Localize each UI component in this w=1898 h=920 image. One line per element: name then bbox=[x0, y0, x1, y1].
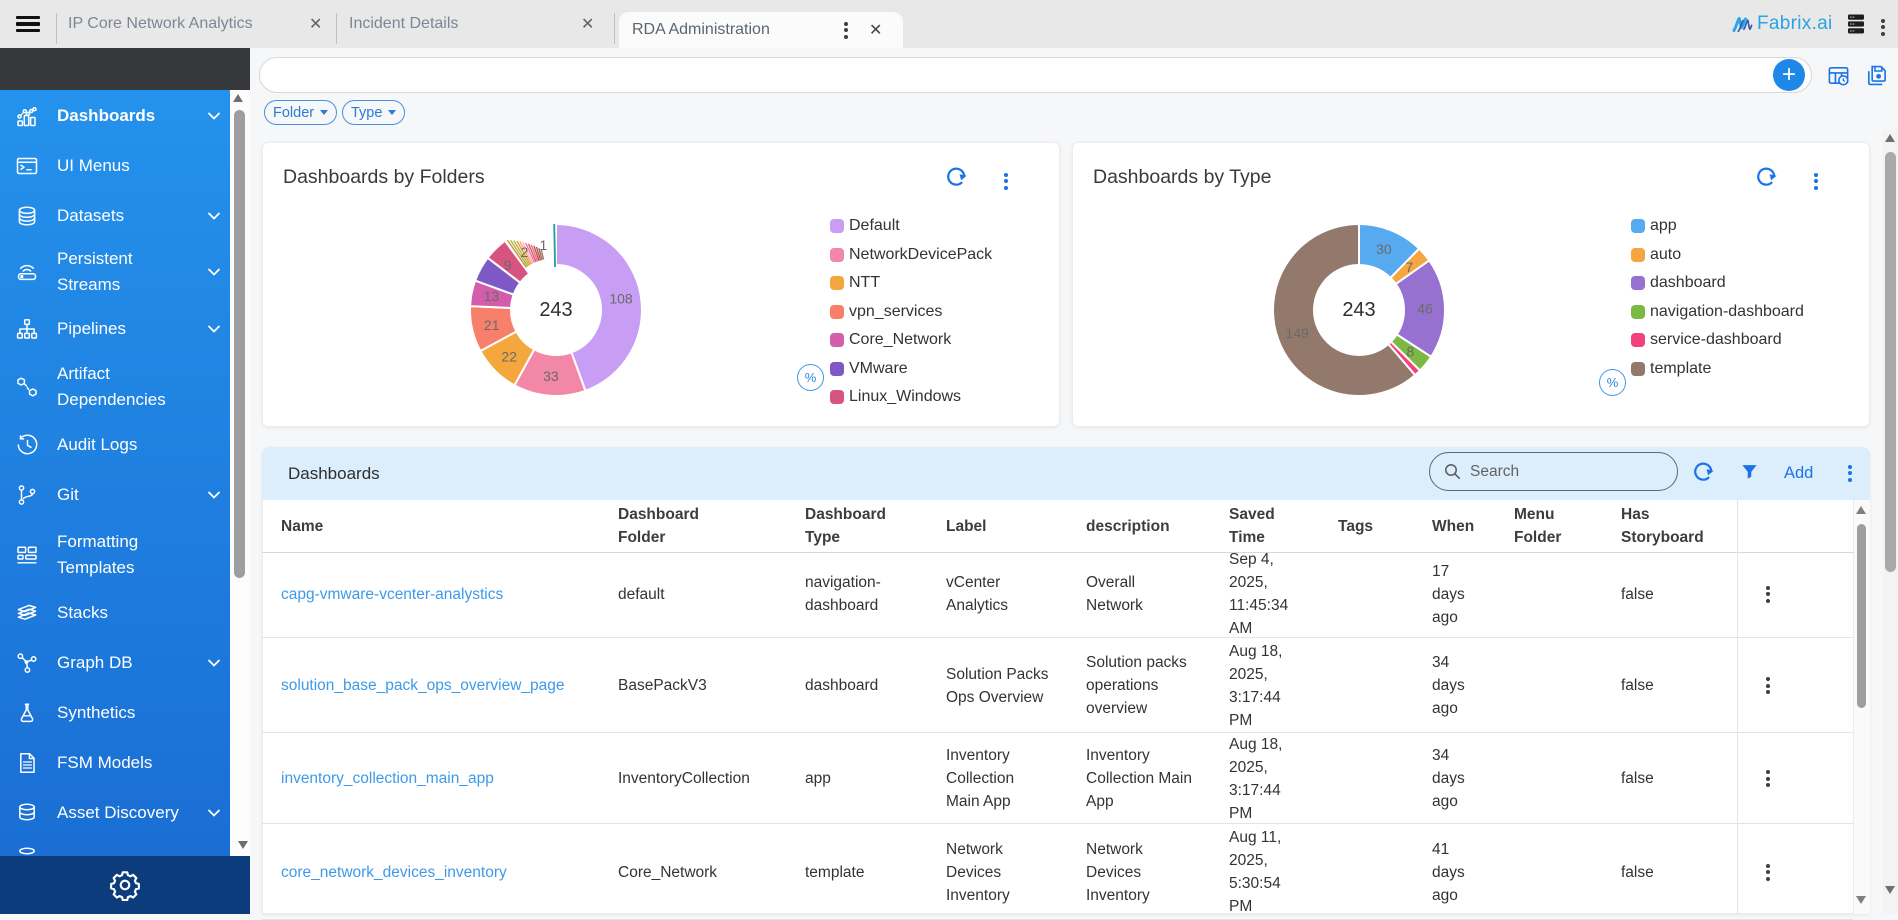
svg-text:149: 149 bbox=[1285, 325, 1309, 341]
svg-text:1: 1 bbox=[540, 237, 548, 253]
svg-text:46: 46 bbox=[1417, 301, 1433, 317]
svg-text:30: 30 bbox=[1376, 241, 1392, 257]
svg-text:243: 243 bbox=[539, 299, 572, 321]
svg-text:21: 21 bbox=[484, 317, 500, 333]
svg-text:13: 13 bbox=[484, 288, 500, 304]
svg-text:243: 243 bbox=[1342, 299, 1375, 321]
svg-text:8: 8 bbox=[1407, 343, 1415, 359]
svg-text:22: 22 bbox=[501, 349, 517, 365]
svg-text:9: 9 bbox=[504, 257, 512, 273]
svg-text:7: 7 bbox=[1405, 259, 1413, 275]
svg-text:108: 108 bbox=[609, 291, 633, 307]
svg-text:2: 2 bbox=[521, 244, 529, 260]
svg-text:33: 33 bbox=[543, 368, 559, 384]
